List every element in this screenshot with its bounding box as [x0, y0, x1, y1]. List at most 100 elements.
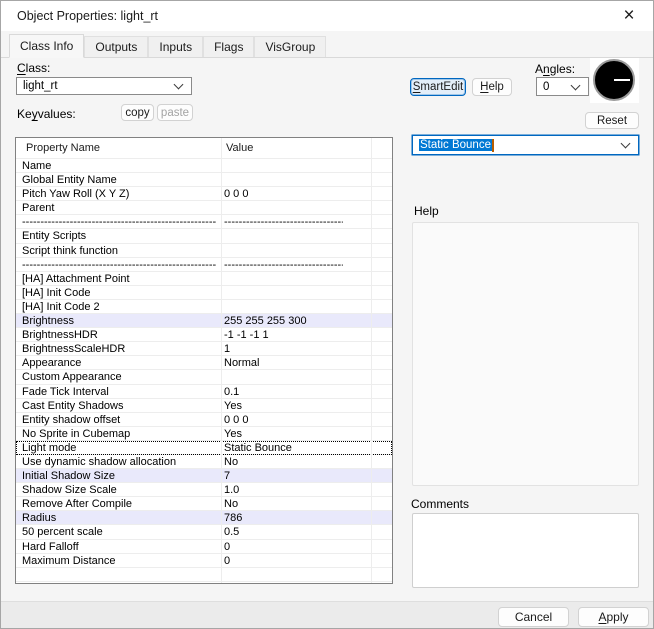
property-row[interactable]: Remove After CompileNo	[16, 497, 392, 511]
window-title: Object Properties: light_rt	[17, 9, 158, 23]
reset-button[interactable]: Reset	[585, 112, 639, 129]
property-value-cell: 0.5	[221, 525, 371, 538]
smartedit-button[interactable]: SmartEdit	[410, 78, 466, 96]
tab-inputs[interactable]: Inputs	[148, 36, 203, 57]
property-row[interactable]: Custom Appearance	[16, 370, 392, 384]
property-row[interactable]: Use dynamic shadow allocationNo	[16, 455, 392, 469]
keyvalues-label: Keyvalues:	[17, 107, 76, 121]
property-row[interactable]: [HA] Attachment Point	[16, 272, 392, 286]
keyvalue-edit-combobox[interactable]: Static Bounce	[412, 135, 639, 155]
property-name-cell	[16, 568, 221, 581]
property-row[interactable]: Initial Shadow Size7	[16, 469, 392, 483]
chevron-down-icon	[621, 139, 631, 149]
property-table-header: Property Name Value	[16, 138, 392, 159]
property-row[interactable]: Brightness255 255 255 300	[16, 314, 392, 328]
property-value-cell: 7	[221, 469, 371, 482]
tab-class-info[interactable]: Class Info	[9, 34, 84, 58]
comments-label: Comments	[411, 497, 469, 511]
property-row[interactable]: [HA] Init Code	[16, 286, 392, 300]
property-name-cell: No Sprite in Cubemap	[16, 427, 221, 440]
property-name-cell	[16, 582, 221, 584]
property-separator-row[interactable]: ----------------------------------------…	[16, 215, 392, 229]
property-row[interactable]: Parent	[16, 201, 392, 215]
property-value-cell	[221, 300, 371, 313]
property-row[interactable]: BrightnessHDR-1 -1 -1 1	[16, 328, 392, 342]
property-value-cell	[221, 582, 371, 584]
property-row[interactable]: Radius786	[16, 511, 392, 525]
class-combobox[interactable]: light_rt	[16, 77, 192, 95]
property-name-cell: Script think function	[16, 244, 221, 257]
angles-combobox-value: 0	[537, 81, 572, 93]
property-value-cell	[221, 370, 371, 383]
property-row[interactable]: Shadow Size Scale1.0	[16, 483, 392, 497]
property-name-cell: Initial Shadow Size	[16, 469, 221, 482]
chevron-down-icon	[571, 80, 581, 90]
class-label: Class:	[17, 61, 50, 75]
angles-combobox[interactable]: 0	[536, 77, 589, 96]
property-row[interactable]: Light modeStatic Bounce	[16, 441, 392, 455]
property-name-cell: [HA] Init Code	[16, 286, 221, 299]
property-row[interactable]: Entity shadow offset0 0 0	[16, 413, 392, 427]
tab-outputs[interactable]: Outputs	[84, 36, 148, 57]
object-properties-dialog: Object Properties: light_rt × Class Info…	[0, 0, 654, 629]
property-row[interactable]: AppearanceNormal	[16, 356, 392, 370]
property-empty-row[interactable]	[16, 582, 392, 584]
property-row[interactable]: Fade Tick Interval0.1	[16, 385, 392, 399]
property-name-cell: Cast Entity Shadows	[16, 399, 221, 412]
property-name-cell: 50 percent scale	[16, 525, 221, 538]
property-row[interactable]: No Sprite in CubemapYes	[16, 427, 392, 441]
close-icon[interactable]: ×	[612, 4, 646, 28]
column-header-property-name[interactable]: Property Name	[16, 142, 221, 154]
property-empty-row[interactable]	[16, 568, 392, 582]
property-value-cell	[221, 272, 371, 285]
help-section-label: Help	[414, 204, 439, 218]
angle-dial-pointer	[614, 79, 630, 81]
angle-dial[interactable]	[590, 58, 639, 103]
property-name-cell: Custom Appearance	[16, 370, 221, 383]
property-value-cell: ----------------------------------------…	[221, 215, 371, 228]
tab-flags[interactable]: Flags	[203, 36, 254, 57]
property-row[interactable]: BrightnessScaleHDR1	[16, 342, 392, 356]
chevron-down-icon	[174, 80, 184, 90]
property-name-cell: ----------------------------------------…	[16, 215, 221, 228]
property-value-cell: 0	[221, 554, 371, 567]
property-row[interactable]: Global Entity Name	[16, 173, 392, 187]
property-name-cell: BrightnessHDR	[16, 328, 221, 341]
property-row[interactable]: Script think function	[16, 244, 392, 258]
comments-textarea[interactable]	[412, 513, 639, 588]
property-name-cell: Appearance	[16, 356, 221, 369]
property-row[interactable]: 50 percent scale0.5	[16, 525, 392, 539]
property-name-cell: Brightness	[16, 314, 221, 327]
property-value-cell	[221, 159, 371, 172]
property-row[interactable]: Pitch Yaw Roll (X Y Z)0 0 0	[16, 187, 392, 201]
property-row[interactable]: Entity Scripts	[16, 229, 392, 243]
property-row[interactable]: Cast Entity ShadowsYes	[16, 399, 392, 413]
property-value-cell: 0 0 0	[221, 413, 371, 426]
property-value-cell	[221, 201, 371, 214]
apply-button[interactable]: Apply	[578, 607, 649, 627]
property-value-cell: 786	[221, 511, 371, 524]
property-name-cell: Fade Tick Interval	[16, 385, 221, 398]
property-name-cell: Use dynamic shadow allocation	[16, 455, 221, 468]
property-value-cell	[221, 244, 371, 257]
property-value-cell: Normal	[221, 356, 371, 369]
text-caret	[492, 139, 494, 152]
property-row[interactable]: Name	[16, 159, 392, 173]
property-name-cell: Entity Scripts	[16, 229, 221, 242]
property-value-cell: Yes	[221, 427, 371, 440]
paste-button[interactable]: paste	[157, 104, 193, 121]
property-value-cell: 0	[221, 540, 371, 553]
property-row[interactable]: [HA] Init Code 2	[16, 300, 392, 314]
property-row[interactable]: Hard Falloff0	[16, 540, 392, 554]
property-value-cell	[221, 229, 371, 242]
help-button[interactable]: Help	[472, 78, 512, 96]
copy-button[interactable]: copy	[121, 104, 154, 121]
property-table: Property Name Value NameGlobal Entity Na…	[15, 137, 393, 584]
property-row[interactable]: Maximum Distance0	[16, 554, 392, 568]
property-separator-row[interactable]: ----------------------------------------…	[16, 258, 392, 272]
cancel-button[interactable]: Cancel	[498, 607, 569, 627]
property-value-cell: 1	[221, 342, 371, 355]
property-name-cell: [HA] Init Code 2	[16, 300, 221, 313]
tab-visgroup[interactable]: VisGroup	[254, 36, 326, 57]
column-header-value[interactable]: Value	[221, 142, 371, 154]
